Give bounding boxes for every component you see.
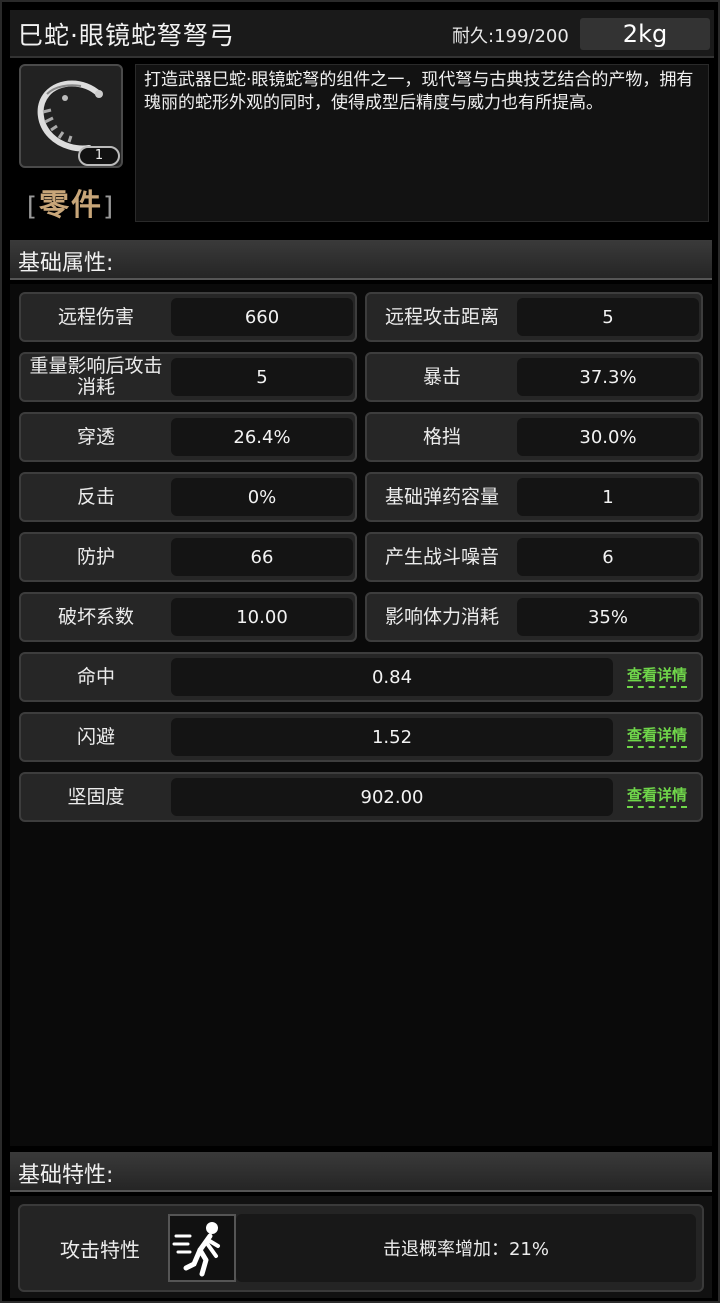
attribute-label: 穿透 [76,425,115,448]
attribute-cell: 重量影响后攻击消耗 5 [19,352,357,402]
view-details-link[interactable]: 查看详情 [627,724,688,748]
attribute-cell: 防护 66 [19,532,357,582]
attribute-value: 5 [517,298,699,336]
attribute-value: 1.52 [171,718,613,756]
attribute-value: 0% [171,478,353,516]
attribute-label: 破坏系数 [57,605,134,628]
base-attributes-header: 基础属性: [10,240,712,280]
attribute-cell: 远程攻击距离 5 [365,292,703,342]
attribute-cell: 破坏系数 10.00 [19,592,357,642]
attribute-label: 产生战斗噪音 [384,545,499,568]
trait-icon-slot[interactable] [168,1214,236,1282]
attribute-label: 反击 [76,485,115,508]
item-icon-slot[interactable]: 1 [19,64,123,168]
base-traits-header: 基础特性: [10,1152,712,1192]
header-bar: 巳蛇·眼镜蛇弩弩弓 耐久:199/200 2kg [10,10,714,58]
attribute-label: 格挡 [422,425,461,448]
item-title: 巳蛇·眼镜蛇弩弩弓 [18,21,235,50]
weight-box: 2kg [580,18,710,50]
attribute-value: 902.00 [171,778,613,816]
attribute-label: 闪避 [76,725,115,748]
attribute-value: 10.00 [171,598,353,636]
attribute-cell: 影响体力消耗 35% [365,592,703,642]
attribute-value: 30.0% [517,418,699,456]
category-bracket-right: ] [103,192,116,222]
attribute-value: 37.3% [517,358,699,396]
attribute-row-hit: 命中 0.84 查看详情 [19,652,703,702]
item-count-badge: 1 [78,146,120,166]
attribute-row-sturdiness: 坚固度 902.00 查看详情 [19,772,703,822]
attribute-label: 命中 [76,665,115,688]
attribute-label: 暴击 [422,365,461,388]
attribute-cell: 穿透 26.4% [19,412,357,462]
attribute-label: 远程伤害 [57,305,134,328]
traits-panel: 攻击特性 击退概率增加：21% [10,1196,712,1298]
attribute-label: 防护 [76,545,115,568]
attribute-label: 基础弹药容量 [384,485,499,508]
attributes-panel: 远程伤害 660 远程攻击距离 5 重量影响后攻击消耗 5 暴击 37.3% 穿… [10,284,712,1146]
attribute-label: 坚固度 [67,785,125,808]
category-bracket-left: [ [26,192,39,222]
view-details-link[interactable]: 查看详情 [627,664,688,688]
knockback-figure-icon [172,1222,220,1277]
section-title: 基础特性: [18,1163,114,1188]
attribute-value: 0.84 [171,658,613,696]
description-panel: 打造武器巳蛇·眼镜蛇弩的组件之一，现代弩与古典技艺结合的产物，拥有瑰丽的蛇形外观… [135,64,709,222]
attribute-cell: 基础弹药容量 1 [365,472,703,522]
attribute-value: 26.4% [171,418,353,456]
attribute-cell: 暴击 37.3% [365,352,703,402]
section-title: 基础属性: [18,251,114,276]
trait-row: 攻击特性 击退概率增加：21% [18,1204,704,1292]
category-label: 零件 [39,188,103,223]
trait-label: 攻击特性 [60,1238,140,1262]
item-description: 打造武器巳蛇·眼镜蛇弩的组件之一，现代弩与古典技艺结合的产物，拥有瑰丽的蛇形外观… [144,70,694,113]
trait-value: 击退概率增加：21% [236,1214,696,1282]
attribute-value: 1 [517,478,699,516]
durability-text: 耐久:199/200 [452,26,569,47]
attribute-cell: 格挡 30.0% [365,412,703,462]
attribute-label: 影响体力消耗 [384,605,499,628]
item-category: [零件] [16,180,126,224]
attribute-value: 660 [171,298,353,336]
view-details-link[interactable]: 查看详情 [627,784,688,808]
attribute-value: 66 [171,538,353,576]
attribute-label: 远程攻击距离 [384,305,499,328]
attribute-cell: 产生战斗噪音 6 [365,532,703,582]
attribute-label: 重量影响后攻击消耗 [29,355,163,398]
weight-value: 2kg [622,20,668,48]
attribute-cell: 远程伤害 660 [19,292,357,342]
attribute-row-dodge: 闪避 1.52 查看详情 [19,712,703,762]
attribute-value: 5 [171,358,353,396]
attribute-cell: 反击 0% [19,472,357,522]
item-detail-window: 巳蛇·眼镜蛇弩弩弓 耐久:199/200 2kg 1 [零件] 打造武器巳蛇·眼… [0,0,720,1303]
attribute-value: 35% [517,598,699,636]
attribute-value: 6 [517,538,699,576]
